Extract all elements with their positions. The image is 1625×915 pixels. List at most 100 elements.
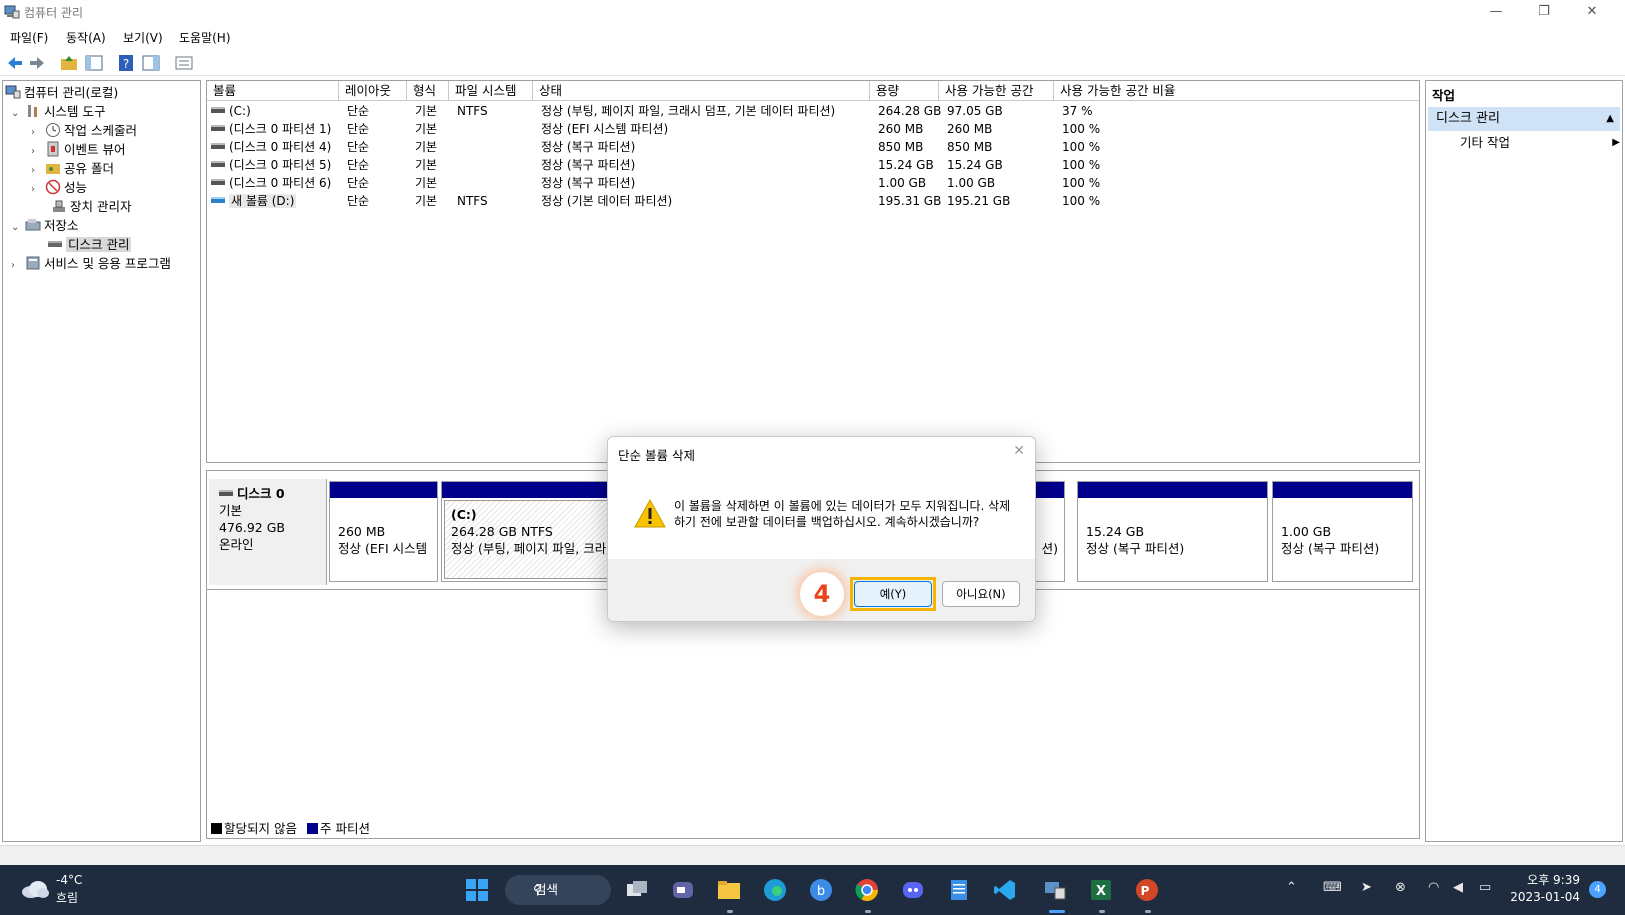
- disk-name: 디스크 0: [219, 485, 316, 502]
- tree-item-computer-management[interactable]: 컴퓨터 관리(로컬): [5, 83, 118, 102]
- type-cell: 기본: [415, 122, 438, 136]
- show-hidden-icons-icon[interactable]: ⌃: [1286, 880, 1297, 895]
- volume-icon: [211, 161, 225, 167]
- dialog-close-button[interactable]: ✕: [1013, 443, 1025, 459]
- properties-icon[interactable]: [174, 53, 194, 73]
- type-cell: 기본: [415, 194, 438, 208]
- keyboard-icon[interactable]: ⌨: [1323, 880, 1342, 895]
- tree-item-device-manager[interactable]: 장치 관리자: [41, 197, 131, 216]
- tree-item-performance[interactable]: › 성능: [31, 178, 87, 197]
- partition-c[interactable]: (C:) 264.28 GB NTFS 정상 (부팅, 페이지 파일, 크라: [441, 481, 621, 582]
- event-viewer-icon: [47, 141, 59, 157]
- clock[interactable]: 오후 9:39 2023-01-04: [1508, 872, 1580, 906]
- help-icon[interactable]: ?: [116, 53, 136, 73]
- discord-icon[interactable]: [901, 878, 925, 902]
- volume-name-cell: 새 볼륨 (D:): [211, 192, 297, 210]
- column-header-type[interactable]: 형식: [407, 81, 449, 101]
- status-cell: 정상 (EFI 시스템 파티션): [541, 122, 669, 136]
- no-button[interactable]: 아니요(N): [942, 581, 1020, 607]
- actions-more[interactable]: 기타 작업 ▶: [1460, 133, 1620, 153]
- primary-partition-bar: [1078, 482, 1267, 498]
- tree-item-task-scheduler[interactable]: › 작업 스케줄러: [31, 121, 137, 140]
- menu-action[interactable]: 동작(A): [66, 29, 106, 46]
- collapse-arrow-icon[interactable]: ▲: [1606, 107, 1614, 131]
- percent-free-cell: 37 %: [1062, 104, 1093, 118]
- computer-management-taskbar-icon[interactable]: [1043, 878, 1067, 902]
- expander-icon[interactable]: ⌄: [11, 104, 21, 123]
- partition-efi[interactable]: 260 MB 정상 (EFI 시스템: [329, 481, 438, 582]
- partition-recovery-5[interactable]: 15.24 GB 정상 (복구 파티션): [1077, 481, 1268, 582]
- actions-section-disk-management[interactable]: 디스크 관리 ▲: [1428, 107, 1620, 131]
- percent-free-cell: 100 %: [1062, 140, 1101, 154]
- bing-icon[interactable]: b: [809, 878, 833, 902]
- menu-help[interactable]: 도움말(H): [179, 29, 231, 46]
- minimize-button[interactable]: —: [1473, 0, 1519, 24]
- column-header-volume[interactable]: 볼륨: [207, 81, 339, 101]
- partition-recovery-6[interactable]: 1.00 GB 정상 (복구 파티션): [1272, 481, 1413, 582]
- tree-item-disk-management[interactable]: 디스크 관리: [41, 235, 132, 254]
- up-folder-icon[interactable]: [59, 53, 79, 73]
- disk-info[interactable]: 디스크 0 기본 476.92 GB 온라인: [209, 479, 327, 585]
- vscode-icon[interactable]: [993, 878, 1017, 902]
- dialog-footer: 4 예(Y) 아니요(N): [608, 559, 1035, 621]
- close-button[interactable]: ✕: [1569, 0, 1615, 24]
- column-header-free-space[interactable]: 사용 가능한 공간: [939, 81, 1054, 101]
- edge-icon[interactable]: [763, 878, 787, 902]
- tree-item-storage[interactable]: ⌄ 저장소: [11, 216, 79, 235]
- location-icon[interactable]: ➤: [1361, 880, 1372, 895]
- navigation-tree: 컴퓨터 관리(로컬) ⌄ 시스템 도구 › 작업 스케줄러 › 이벤트 뷰어 ›…: [2, 80, 201, 842]
- expander-icon[interactable]: ⌄: [11, 218, 21, 237]
- capacity-cell: 15.24 GB: [878, 158, 934, 172]
- x-status-icon[interactable]: ⊗: [1395, 880, 1406, 895]
- column-header-capacity[interactable]: 용량: [870, 81, 939, 101]
- partition-label: (C:): [451, 507, 477, 522]
- type-cell: 기본: [415, 158, 438, 172]
- show-hide-tree-icon[interactable]: [84, 53, 104, 73]
- window-title: 컴퓨터 관리: [24, 6, 84, 20]
- tree-item-shared-folders[interactable]: › 공유 폴더: [31, 159, 114, 178]
- restore-button[interactable]: ❐: [1521, 0, 1567, 24]
- file-explorer-icon[interactable]: [717, 878, 741, 902]
- tree-item-event-viewer[interactable]: › 이벤트 뷰어: [31, 140, 125, 159]
- show-hide-action-pane-icon[interactable]: [141, 53, 161, 73]
- back-arrow-icon[interactable]: [5, 53, 25, 73]
- free-space-cell: 195.21 GB: [947, 194, 1011, 208]
- taskbar-search[interactable]: ⚲ 검색: [505, 875, 611, 905]
- forward-arrow-icon[interactable]: [27, 53, 47, 73]
- column-header-layout[interactable]: 레이아웃: [339, 81, 407, 101]
- expander-icon[interactable]: ›: [11, 256, 21, 275]
- running-indicator: [1145, 910, 1151, 913]
- volume-name: (디스크 0 파티션 1): [229, 122, 332, 136]
- column-header-file-system[interactable]: 파일 시스템: [449, 81, 533, 101]
- powerpoint-icon[interactable]: P: [1135, 878, 1159, 902]
- svg-text:P: P: [1141, 884, 1150, 898]
- menu-file[interactable]: 파일(F): [10, 29, 48, 46]
- menu-view[interactable]: 보기(V): [123, 29, 163, 46]
- computer-management-icon: [5, 85, 21, 99]
- dialog-title: 단순 볼륨 삭제: [618, 448, 695, 463]
- start-icon[interactable]: [465, 878, 489, 902]
- teams-chat-icon[interactable]: [671, 878, 695, 902]
- battery-icon[interactable]: ▭: [1479, 880, 1491, 895]
- expander-icon[interactable]: ›: [31, 180, 41, 199]
- wifi-icon[interactable]: ◠: [1428, 880, 1439, 895]
- cloud-icon: [22, 881, 49, 898]
- partition-status: 정상 (복구 파티션): [1281, 541, 1380, 556]
- notification-badge[interactable]: 4: [1589, 881, 1606, 898]
- notepad-icon[interactable]: [947, 878, 971, 902]
- volume-icon[interactable]: ◀: [1453, 880, 1463, 895]
- disk-icon: [219, 490, 233, 496]
- partition-size: 15.24 GB: [1086, 524, 1145, 539]
- actions-header: 작업: [1432, 88, 1456, 103]
- excel-icon[interactable]: X: [1089, 878, 1113, 902]
- chrome-icon[interactable]: [855, 878, 879, 902]
- task-view-icon[interactable]: [625, 878, 649, 902]
- tree-item-services-applications[interactable]: › 서비스 및 응용 프로그램: [11, 254, 171, 273]
- yes-button[interactable]: 예(Y): [854, 581, 932, 607]
- capacity-cell: 264.28 GB: [878, 104, 942, 118]
- tree-label: 작업 스케줄러: [63, 123, 137, 138]
- tree-item-system-tools[interactable]: ⌄ 시스템 도구: [11, 102, 105, 121]
- column-header-percent-free[interactable]: 사용 가능한 공간 비율: [1054, 81, 1419, 101]
- column-header-status[interactable]: 상태: [533, 81, 870, 101]
- layout-cell: 단순: [347, 122, 370, 136]
